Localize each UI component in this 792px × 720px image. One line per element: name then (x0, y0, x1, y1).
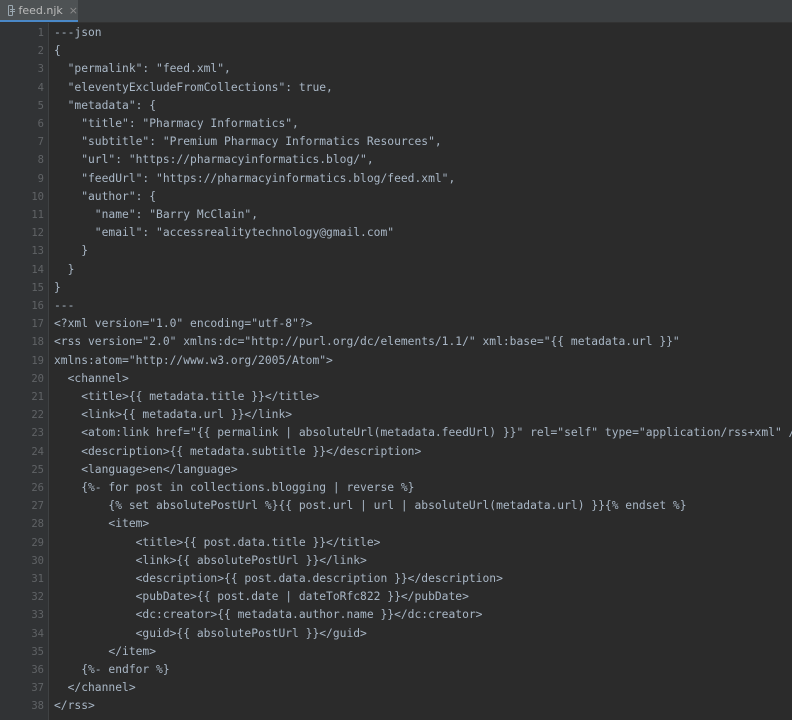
line-number: 36 (31, 664, 44, 676)
code-line: <dc:creator>{{ metadata.author.name }}</… (54, 608, 483, 622)
code-line: { (54, 44, 61, 58)
line-number: 21 (31, 391, 44, 403)
code-line: <link>{{ absolutePostUrl }}</link> (54, 553, 367, 567)
line-number: 29 (31, 536, 44, 549)
code-line: <?xml version="1.0" encoding="utf-8"?> (54, 317, 313, 331)
line-number: 7 (37, 136, 44, 149)
code-line: <atom:link href="{{ permalink | absolute… (54, 426, 792, 440)
line-number: 37 (31, 682, 44, 695)
line-number: 20 (31, 372, 44, 385)
code-line: <language>en</language> (54, 462, 238, 476)
line-number: 1 (37, 27, 44, 39)
line-number: 38 (31, 700, 44, 713)
line-number: 10 (31, 190, 44, 203)
code-line: "eleventyExcludeFromCollections": true, (54, 80, 333, 94)
line-number: 25 (31, 463, 44, 476)
line-number: 17 (31, 318, 44, 331)
code-line: {%- for post in collections.blogging | r… (54, 481, 415, 494)
line-number: 34 (31, 627, 44, 640)
code-line: <item> (54, 517, 150, 531)
code-line: <guid>{{ absolutePostUrl }}</guid> (54, 626, 367, 640)
code-line: </item> (54, 644, 157, 658)
line-number: 16 (31, 300, 44, 312)
code-line: ---json (54, 26, 102, 39)
line-number: 32 (31, 591, 44, 604)
line-number: 19 (31, 354, 44, 367)
line-number: 30 (31, 554, 44, 567)
code-line: } (54, 262, 75, 276)
code-line: </rss> (54, 699, 95, 713)
line-number: 13 (31, 245, 44, 258)
line-number: 2 (37, 45, 44, 58)
code-line: "subtitle": "Premium Pharmacy Informatic… (54, 135, 442, 149)
code-line: "url": "https://pharmacyinformatics.blog… (54, 153, 374, 167)
close-icon[interactable]: × (69, 4, 78, 17)
code-editor[interactable]: ---json { "permalink": "feed.xml", "eleve… (49, 23, 792, 720)
code-line: <description>{{ post.data.description }}… (54, 572, 503, 585)
code-line: "metadata": { (54, 98, 157, 112)
line-number: 35 (31, 645, 44, 658)
code-line: } (54, 244, 89, 258)
line-number: 18 (31, 336, 44, 349)
line-number-gutter[interactable]: 1 2 3 4 5 6 7 8 9 10 11 12 13 14 15 16 17 18 19 20 21 22 23 24 2… (0, 23, 49, 720)
line-number: 31 (31, 573, 44, 585)
file-icon (8, 4, 16, 16)
line-number: 24 (31, 445, 44, 458)
code-line: </channel> (54, 681, 136, 695)
code-line: <channel> (54, 371, 129, 385)
code-line: {% set absolutePostUrl %}{{ post.url | u… (54, 499, 687, 513)
line-number: 14 (31, 263, 44, 276)
line-number: 3 (37, 63, 44, 76)
line-number: 23 (31, 427, 44, 440)
code-line: <title>{{ post.data.title }}</title> (54, 535, 381, 549)
line-number: 26 (31, 482, 44, 494)
editor-tab-bar: feed.njk × (0, 0, 792, 23)
code-line: "title": "Pharmacy Informatics", (54, 117, 299, 130)
line-number: 11 (31, 209, 44, 221)
code-line: <title>{{ metadata.title }}</title> (54, 390, 320, 403)
line-number: 28 (31, 518, 44, 531)
tab-feed-njk[interactable]: feed.njk × (0, 0, 78, 22)
tab-label: feed.njk (18, 3, 63, 17)
code-line: "author": { (54, 189, 157, 203)
code-line: "email": "accessrealitytechnology@gmail.… (54, 226, 395, 240)
line-number: 8 (37, 154, 44, 167)
code-line: } (54, 280, 61, 294)
code-line: <description>{{ metadata.subtitle }}</de… (54, 444, 422, 458)
line-number: 5 (37, 99, 44, 112)
line-number: 9 (37, 172, 44, 185)
code-line: <rss version="2.0" xmlns:dc="http://purl… (54, 335, 680, 349)
line-number: 22 (31, 409, 44, 422)
code-line: <link>{{ metadata.url }}</link> (54, 408, 293, 422)
code-line: <pubDate>{{ post.date | dateToRfc822 }}<… (54, 590, 469, 604)
code-line: --- (54, 299, 75, 312)
line-number: 15 (31, 281, 44, 294)
code-line: {%- endfor %} (54, 663, 170, 676)
line-number: 6 (37, 118, 44, 130)
line-number: 4 (37, 81, 44, 94)
code-line: xmlns:atom="http://www.w3.org/2005/Atom"… (54, 353, 333, 367)
line-number: 12 (31, 227, 44, 240)
code-line: "permalink": "feed.xml", (54, 62, 231, 76)
line-number: 27 (31, 500, 44, 513)
code-line: "name": "Barry McClain", (54, 208, 259, 221)
code-line: "feedUrl": "https://pharmacyinformatics.… (54, 171, 456, 185)
line-number: 33 (31, 609, 44, 622)
